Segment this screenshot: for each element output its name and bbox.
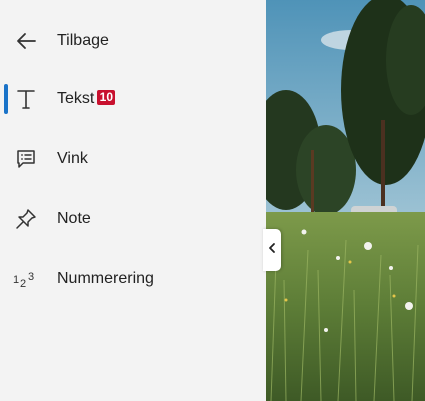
collapse-sidebar-button[interactable] bbox=[263, 229, 281, 271]
arrow-left-icon bbox=[13, 28, 39, 54]
menu-item-tekst[interactable]: Tekst 10 bbox=[0, 76, 266, 122]
nummerering-label: Nummerering bbox=[57, 270, 154, 287]
tekst-label-group: Tekst 10 bbox=[57, 90, 116, 108]
tekst-label: Tekst bbox=[57, 90, 95, 107]
svg-text:2: 2 bbox=[20, 278, 26, 289]
vink-label: Vink bbox=[57, 150, 88, 167]
text-t-icon bbox=[13, 86, 39, 112]
chevron-left-icon bbox=[267, 241, 277, 259]
svg-text:1: 1 bbox=[13, 274, 19, 286]
tekst-count-badge: 10 bbox=[97, 90, 116, 105]
back-button[interactable]: Tilbage bbox=[0, 18, 266, 64]
comment-list-icon bbox=[13, 146, 39, 172]
menu-item-nummerering[interactable]: 1 2 3 Nummerering bbox=[0, 256, 266, 302]
pin-icon bbox=[13, 206, 39, 232]
back-label: Tilbage bbox=[57, 32, 109, 49]
note-label: Note bbox=[57, 210, 91, 227]
sidebar: Tilbage Tekst 10 Vink Note 1 2 3 Nummere… bbox=[0, 0, 266, 401]
meadow-photo bbox=[266, 0, 425, 401]
numbering-123-icon: 1 2 3 bbox=[13, 266, 39, 292]
svg-text:3: 3 bbox=[28, 271, 34, 283]
menu-item-vink[interactable]: Vink bbox=[0, 136, 266, 182]
menu-item-note[interactable]: Note bbox=[0, 196, 266, 242]
